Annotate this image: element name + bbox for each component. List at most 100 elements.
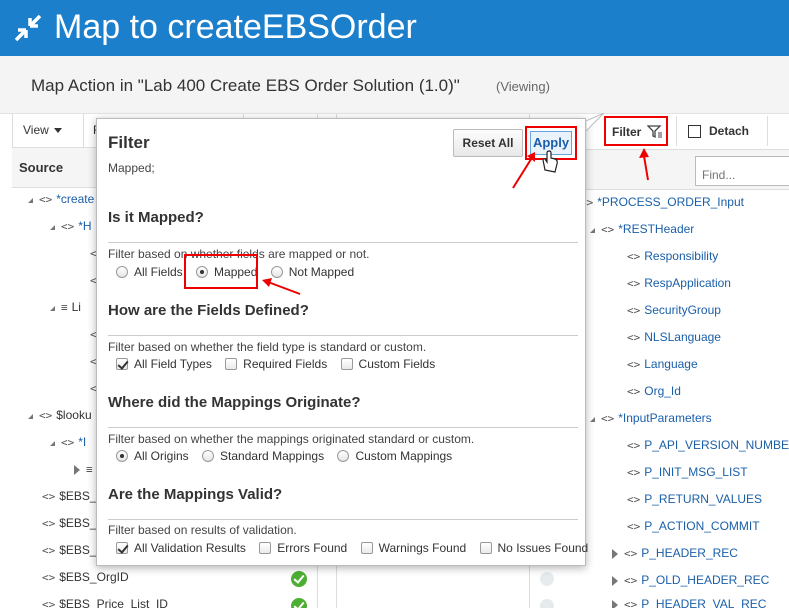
tree-row-p-action-commit[interactable]: <> P_ACTION_COMMIT: [627, 519, 760, 546]
filter-summary: Mapped;: [108, 161, 155, 175]
tree-row-language[interactable]: <> Language: [627, 357, 698, 384]
radio-button[interactable]: [116, 266, 128, 278]
radio-standard-mappings[interactable]: Standard Mappings: [202, 449, 324, 463]
element-icon: <>: [627, 493, 641, 506]
tree-row-p-header-rec[interactable]: <> P_HEADER_REC: [612, 546, 738, 573]
element-icon: <>: [627, 439, 641, 452]
tree-row-i[interactable]: <> *I: [50, 435, 86, 462]
element-icon: <>: [601, 412, 615, 425]
checkbox-custom-fields[interactable]: Custom Fields: [340, 357, 435, 371]
tree-row-label: NLSLanguage: [644, 330, 721, 344]
element-icon: <>: [61, 436, 75, 449]
section-heading-origin: Where did the Mappings Originate?: [108, 394, 361, 411]
list-icon: ≡: [61, 301, 68, 314]
radio-all-origins[interactable]: All Origins: [116, 449, 189, 463]
expanded-icon[interactable]: [590, 417, 595, 422]
checkbox-required-fields[interactable]: Required Fields: [225, 357, 327, 371]
tree-row-ebs-price[interactable]: <> $EBS_Price_List_ID: [42, 597, 168, 608]
tree-row-collapsed[interactable]: ≡: [74, 462, 97, 489]
expanded-icon[interactable]: [28, 198, 33, 203]
divider: [108, 335, 578, 336]
radio-button[interactable]: [202, 450, 215, 462]
option-label: All Origins: [134, 449, 189, 463]
radio-custom-mappings[interactable]: Custom Mappings: [337, 449, 452, 463]
tree-row-respapplication[interactable]: <> RespApplication: [627, 276, 731, 303]
tree-row-ebs-orgid[interactable]: <> $EBS_OrgID: [42, 570, 129, 597]
view-label: View: [23, 123, 49, 137]
expanded-icon[interactable]: [50, 441, 55, 446]
checkbox[interactable]: [259, 542, 272, 554]
tree-row-process-order-input[interactable]: <> *PROCESS_ORDER_Input: [580, 195, 744, 222]
expanded-icon[interactable]: [50, 225, 55, 230]
tree-row-ebs-1[interactable]: <> $EBS_: [42, 489, 97, 516]
unmapped-indicator-icon: [540, 572, 554, 586]
tree-row-p-return-values[interactable]: <> P_RETURN_VALUES: [627, 492, 762, 519]
collapsed-icon[interactable]: [74, 464, 80, 475]
subheader: Map Action in "Lab 400 Create EBS Order …: [0, 56, 789, 114]
tree-row-label: $EBS_: [59, 516, 97, 530]
expanded-icon[interactable]: [28, 414, 33, 419]
tree-row-label: $EBS_OrgID: [59, 570, 129, 584]
tree-row-p-init-msg-list[interactable]: <> P_INIT_MSG_LIST: [627, 465, 748, 492]
mapped-check-icon: [291, 571, 307, 587]
tree-row-ebs-2[interactable]: <> $EBS_: [42, 516, 97, 543]
checkbox-all-validation-results[interactable]: All Validation Results: [116, 541, 246, 555]
checkbox[interactable]: [225, 358, 238, 370]
option-label: No Issues Found: [497, 541, 589, 555]
tree-row-nlslanguage[interactable]: <> NLSLanguage: [627, 330, 721, 357]
checkbox[interactable]: [116, 542, 128, 554]
radio-button[interactable]: [337, 450, 350, 462]
tree-row-label: P_INIT_MSG_LIST: [644, 465, 748, 479]
caret-down-icon: [53, 128, 62, 134]
tree-row-p-header-val-rec[interactable]: <> P_HEADER_VAL_REC: [612, 597, 766, 608]
checkbox-errors-found[interactable]: Errors Found: [259, 541, 347, 555]
tree-row-h[interactable]: <> *H: [50, 219, 92, 246]
collapsed-icon[interactable]: [612, 548, 618, 559]
tree-row-label: Li: [71, 300, 81, 314]
checkbox[interactable]: [116, 358, 128, 370]
element-icon: <>: [624, 574, 638, 587]
radio-button[interactable]: [116, 450, 128, 462]
tree-row-p-old-header-rec[interactable]: <> P_OLD_HEADER_REC: [612, 573, 769, 600]
hand-cursor-icon: [542, 150, 558, 173]
filter-button[interactable]: Filter: [604, 116, 668, 146]
tree-row-label: *PROCESS_ORDER_Input: [597, 195, 744, 209]
filter-label: Filter: [612, 125, 642, 139]
tree-row-list[interactable]: ≡ Li: [50, 300, 81, 327]
detach-button[interactable]: Detach: [676, 116, 768, 146]
element-icon: <>: [601, 223, 615, 236]
checkbox-warnings-found[interactable]: Warnings Found: [360, 541, 467, 555]
checkbox[interactable]: [479, 542, 492, 554]
divider: [108, 242, 578, 243]
checkbox[interactable]: [360, 542, 373, 554]
view-menu-button[interactable]: View: [23, 123, 62, 137]
option-label: Warnings Found: [378, 541, 467, 555]
element-icon: <>: [42, 598, 56, 608]
element-icon: <>: [627, 331, 641, 344]
collapsed-icon[interactable]: [612, 575, 618, 586]
tree-row-org-id[interactable]: <> Org_Id: [627, 384, 681, 411]
tree-row-inputparameters[interactable]: <> *InputParameters: [590, 411, 712, 438]
option-label: Errors Found: [277, 541, 348, 555]
radio-all-fields[interactable]: All Fields: [116, 265, 183, 279]
tree-row-create[interactable]: <> *create: [28, 192, 94, 219]
tree-row-label: *create: [56, 192, 95, 206]
checkbox[interactable]: [340, 358, 353, 370]
tree-row-lookup[interactable]: <> $looku: [28, 408, 92, 435]
tree-row-label: *H: [78, 219, 92, 233]
page-title: Map to createEBSOrder: [54, 8, 417, 46]
tree-row-ebs-3[interactable]: <> $EBS_: [42, 543, 97, 570]
checkbox-all-field-types[interactable]: All Field Types: [116, 357, 212, 371]
tree-row-p-api-version[interactable]: <> P_API_VERSION_NUMBE: [627, 438, 789, 465]
element-icon: <>: [624, 547, 638, 560]
expanded-icon[interactable]: [590, 228, 595, 233]
collapsed-icon[interactable]: [612, 599, 618, 608]
find-input[interactable]: [695, 156, 789, 186]
tree-row-label: Language: [644, 357, 698, 371]
tree-row-responsibility[interactable]: <> Responsibility: [627, 249, 718, 276]
tree-row-label: RespApplication: [644, 276, 731, 290]
expanded-icon[interactable]: [50, 306, 55, 311]
tree-row-restheader[interactable]: <> *RESTHeader: [590, 222, 694, 249]
tree-row-securitygroup[interactable]: <> SecurityGroup: [627, 303, 721, 330]
checkbox-no-issues-found[interactable]: No Issues Found: [479, 541, 589, 555]
